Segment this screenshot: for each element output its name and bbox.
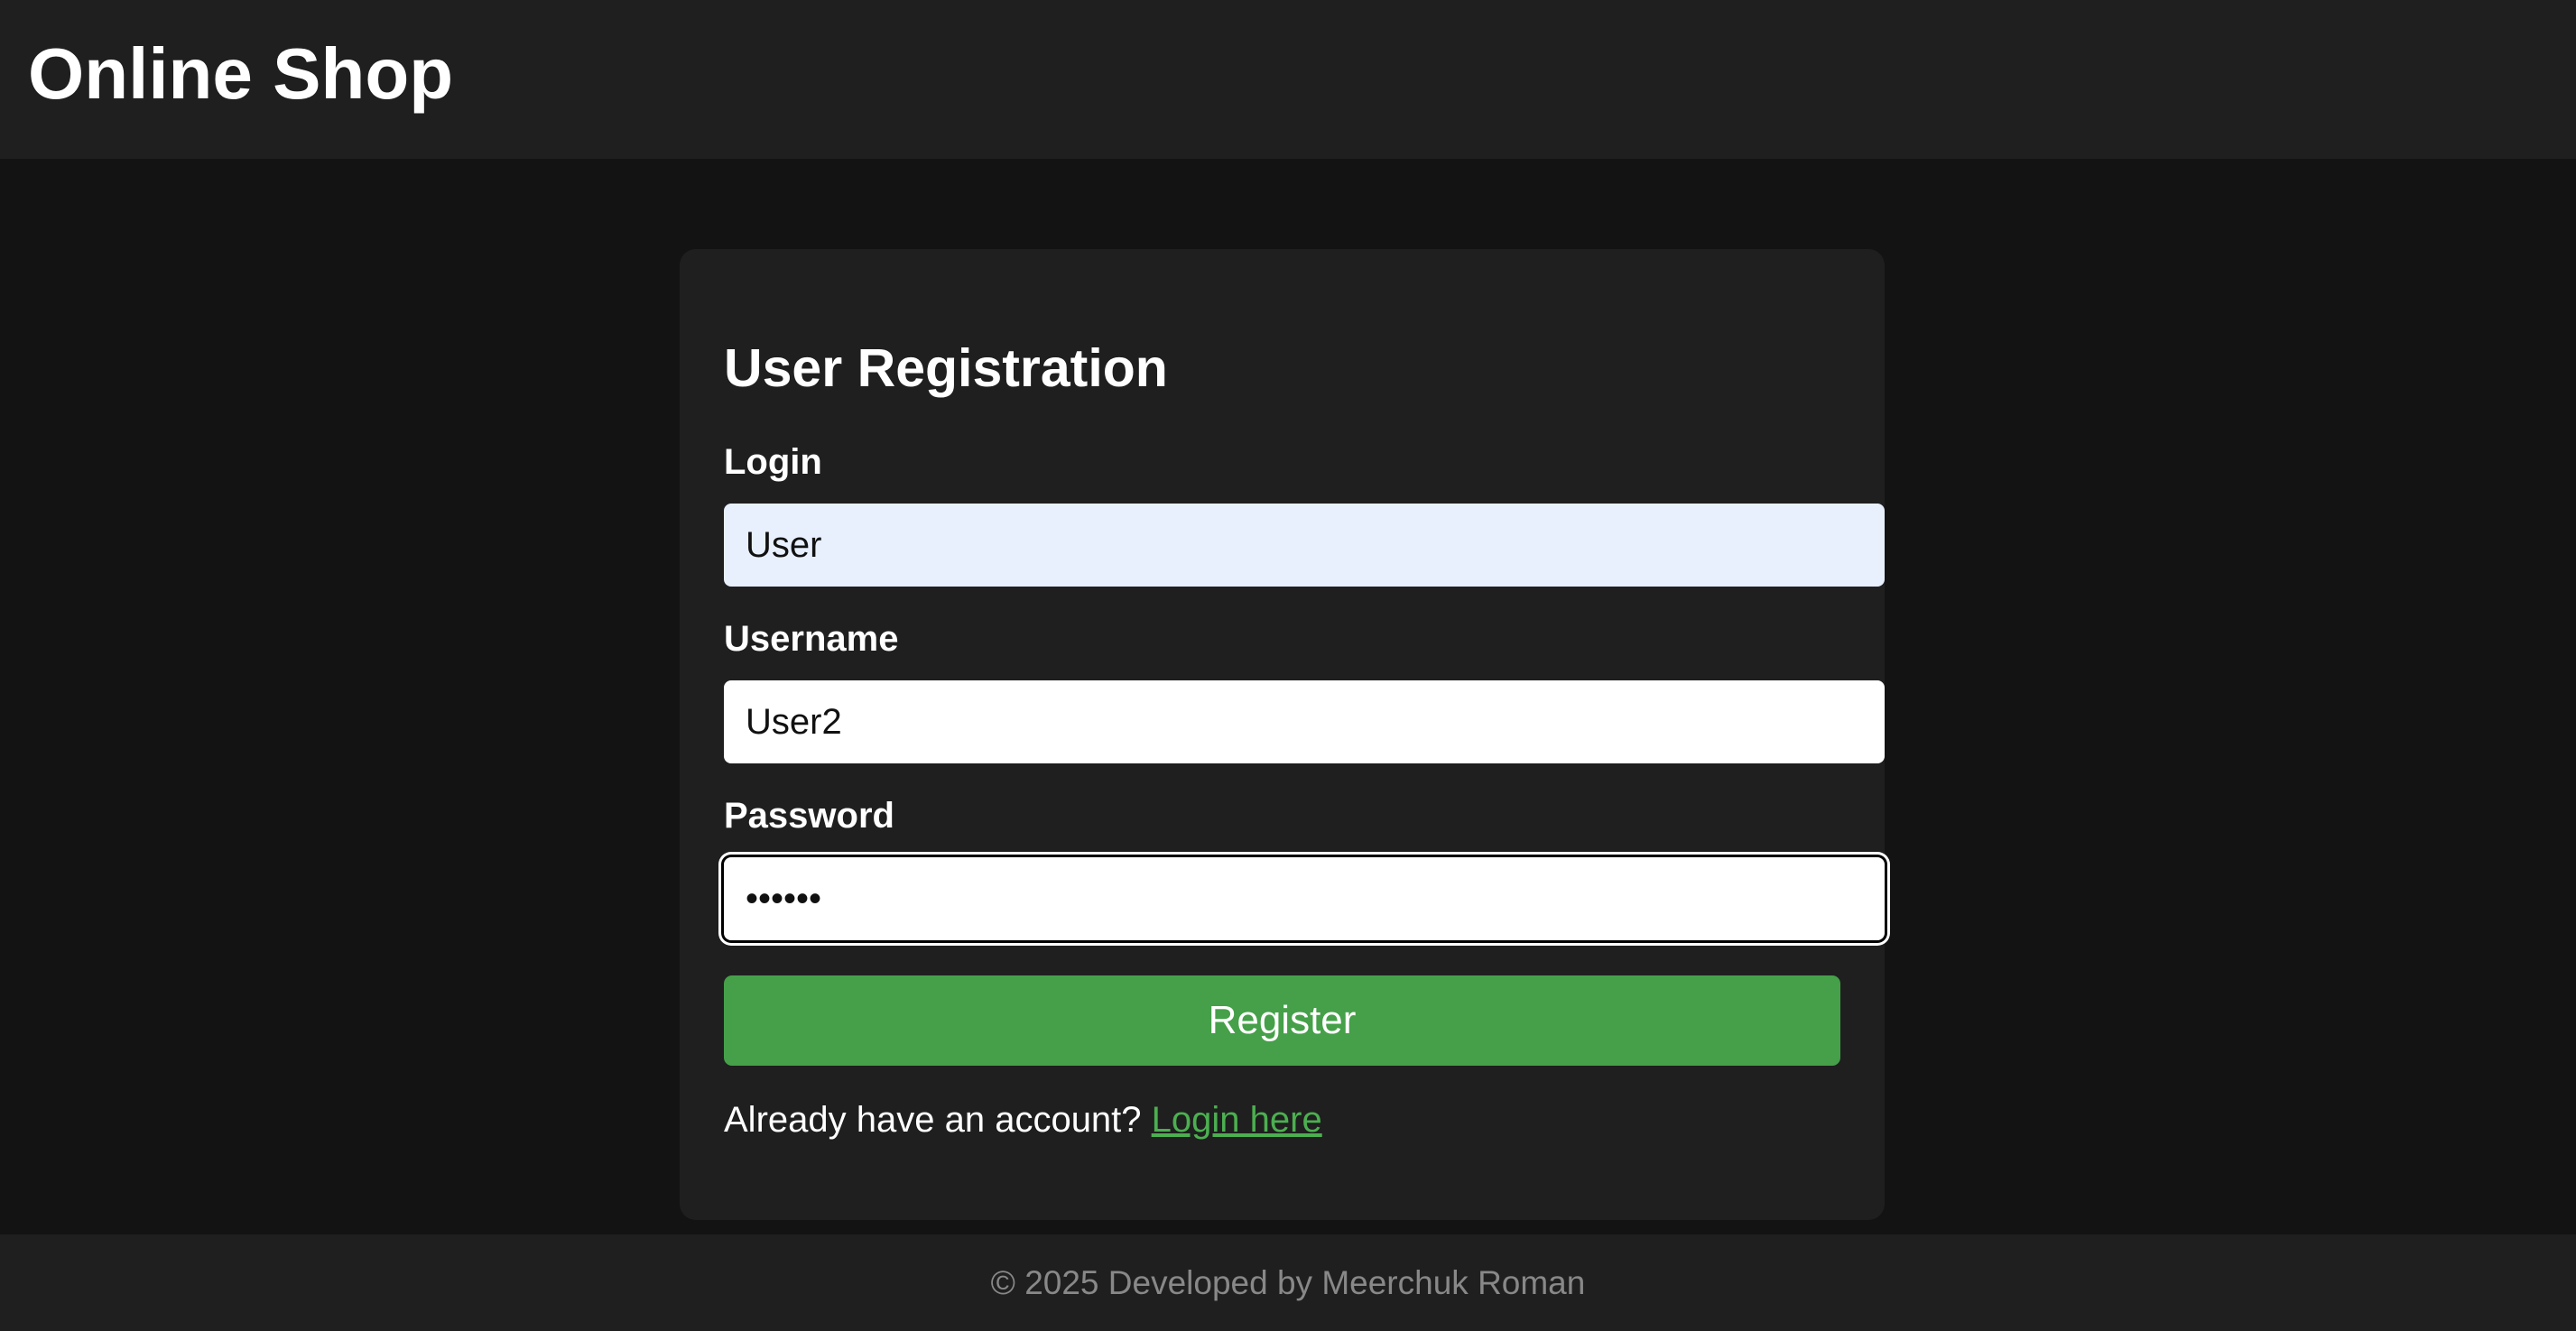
form-title: User Registration — [724, 338, 1168, 398]
register-button[interactable]: Register — [724, 975, 1840, 1066]
password-input[interactable] — [724, 857, 1885, 940]
username-label: Username — [724, 619, 899, 659]
username-input[interactable] — [724, 680, 1885, 763]
site-title: Online Shop — [28, 33, 454, 114]
registration-card: User Registration Login Username Passwor… — [680, 249, 1885, 1220]
footer-copyright: © 2025 Developed by Meerchuk Roman — [990, 1264, 1586, 1301]
site-header: Online Shop — [0, 0, 2576, 159]
login-here-link[interactable]: Login here — [1152, 1100, 1322, 1140]
login-prompt: Already have an account? Login here — [724, 1097, 1322, 1142]
site-footer: © 2025 Developed by Meerchuk Roman — [0, 1234, 2576, 1331]
login-prompt-text: Already have an account? — [724, 1100, 1142, 1140]
password-label: Password — [724, 796, 894, 836]
login-input[interactable] — [724, 504, 1885, 587]
login-label: Login — [724, 442, 822, 482]
